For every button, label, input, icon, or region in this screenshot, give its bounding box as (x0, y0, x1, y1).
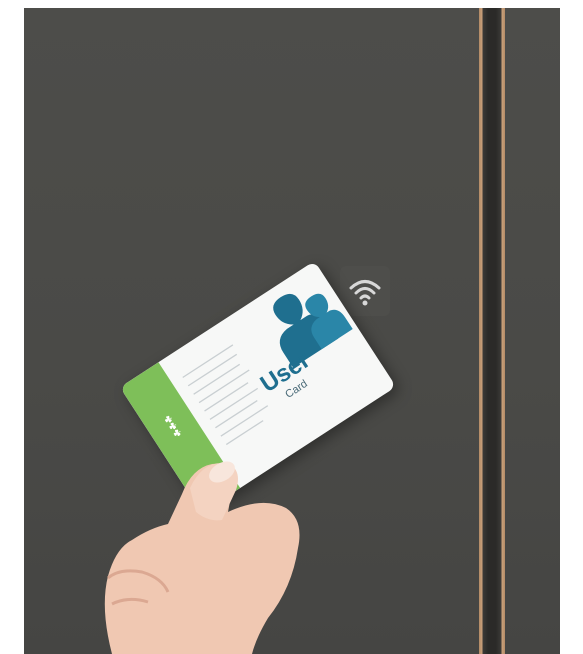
door-gap-trim (479, 8, 505, 654)
photo-scene: ☘☘☘ User Card (24, 8, 560, 654)
hand (104, 461, 300, 654)
wireless-signal-icon (340, 266, 390, 316)
